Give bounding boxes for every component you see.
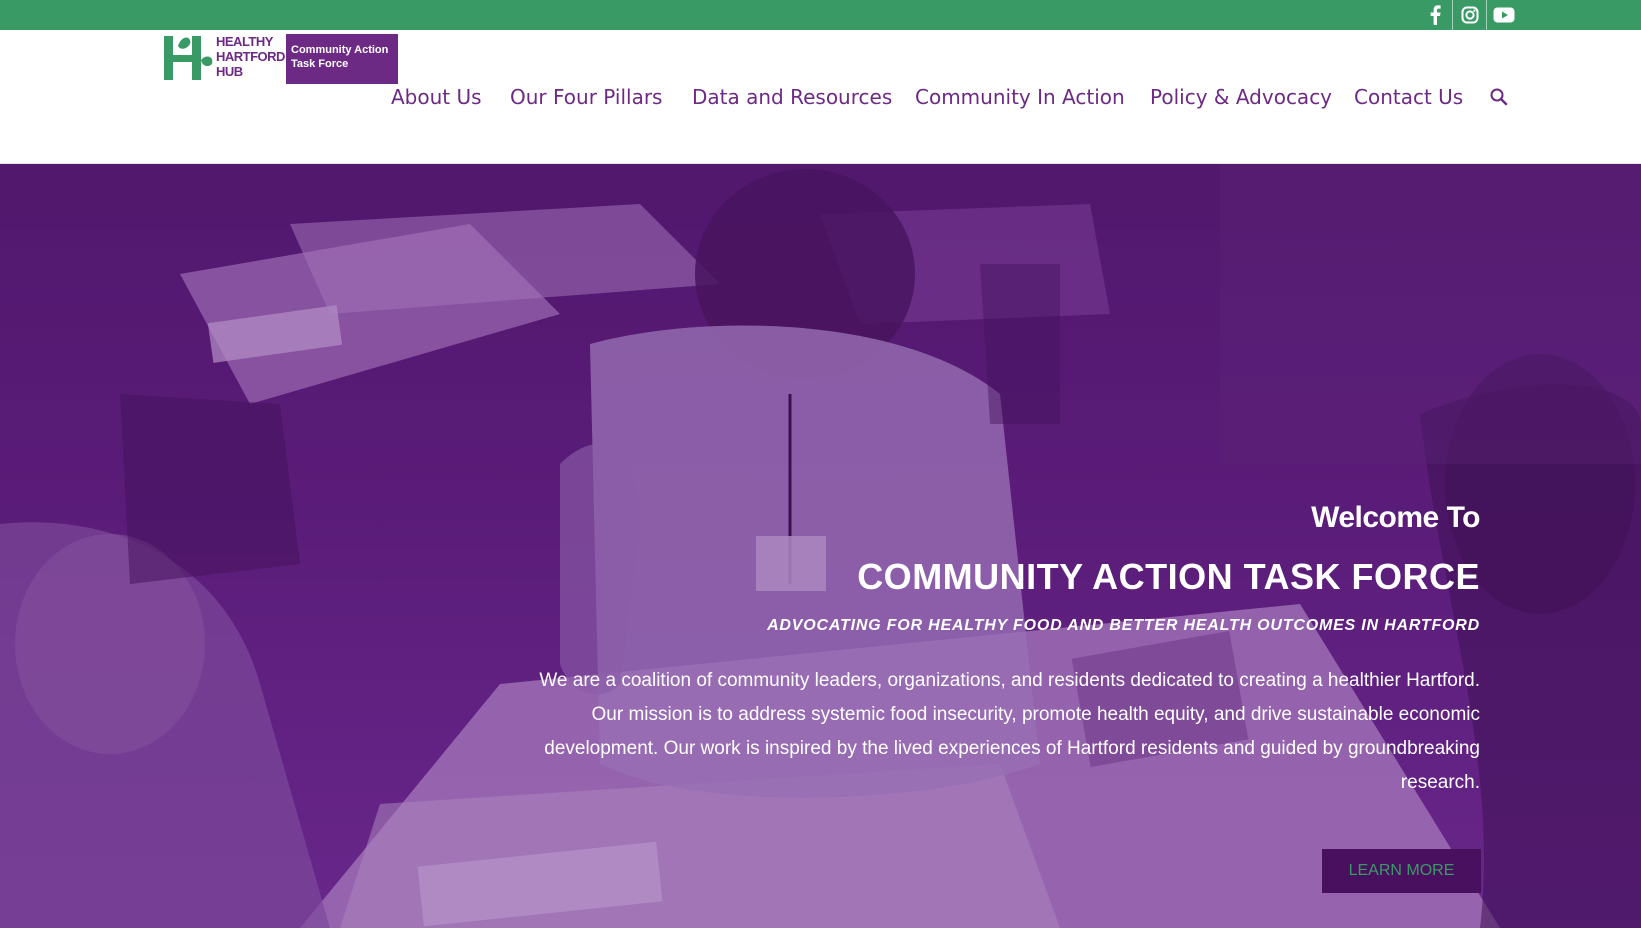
nav-policy-advocacy[interactable]: Policy & Advocacy: [1150, 82, 1332, 112]
hero-title: COMMUNITY ACTION TASK FORCE: [857, 556, 1480, 597]
nav-our-four-pillars[interactable]: Our Four Pillars: [510, 82, 662, 112]
logo-box-line1: Community Action: [291, 44, 389, 56]
youtube-icon[interactable]: [1486, 0, 1520, 30]
hero-tagline: ADVOCATING FOR HEALTHY FOOD AND BETTER H…: [767, 617, 1480, 634]
hero-text-block: Welcome To COMMUNITY ACTION TASK FORCE A…: [500, 500, 1480, 800]
nav-contact-us[interactable]: Contact Us: [1354, 82, 1463, 112]
top-social-bar: [0, 0, 1641, 30]
hero-description: We are a coalition of community leaders,…: [539, 670, 1480, 793]
nav-about-us[interactable]: About Us: [391, 82, 482, 112]
facebook-icon[interactable]: [1418, 0, 1452, 30]
logo-task-force-box: Community Action Task Force: [286, 34, 398, 84]
nav-data-and-resources[interactable]: Data and Resources: [692, 82, 892, 112]
healthy-hartford-hub-logo[interactable]: HEALTHY HARTFORD HUB Community Action Ta…: [162, 32, 398, 84]
search-icon[interactable]: [1489, 87, 1509, 107]
nav-community-in-action[interactable]: Community In Action: [915, 82, 1125, 112]
hero-section: Welcome To COMMUNITY ACTION TASK FORCE A…: [0, 164, 1641, 928]
instagram-icon[interactable]: [1452, 0, 1486, 30]
learn-more-button[interactable]: LEARN MORE: [1322, 849, 1481, 893]
hero-welcome: Welcome To: [1311, 501, 1480, 534]
site-header: HEALTHY HARTFORD HUB Community Action Ta…: [0, 30, 1641, 164]
logo-box-line2: Task Force: [291, 58, 349, 70]
logo-hub-text: HEALTHY HARTFORD HUB: [216, 34, 285, 79]
logo-h-leaf-icon: [164, 36, 213, 80]
